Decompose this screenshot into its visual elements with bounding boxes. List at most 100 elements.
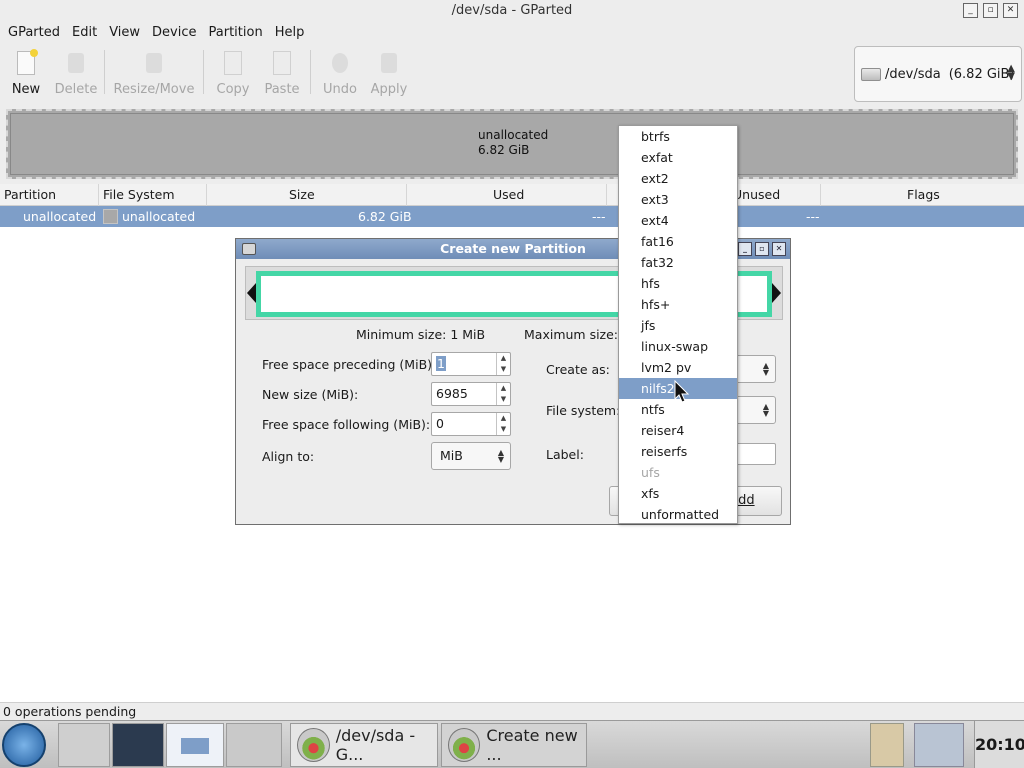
undo-icon xyxy=(328,49,352,77)
maximum-size-text: Maximum size: 6 xyxy=(524,327,630,342)
dropdown-item-ext4[interactable]: ext4 xyxy=(619,210,737,231)
dropdown-item-ufs: ufs xyxy=(641,465,660,480)
free-following-label: Free space following (MiB): xyxy=(262,417,431,432)
resize-move-button[interactable]: Resize/Move xyxy=(109,44,199,102)
dropdown-item-hfs-plus[interactable]: hfs+ xyxy=(619,294,737,315)
menu-edit[interactable]: Edit xyxy=(66,23,103,43)
task-gparted-label: /dev/sda - G... xyxy=(335,726,416,764)
spinner-arrows-icon[interactable]: ▲ ▼ xyxy=(496,353,510,375)
dropdown-item-exfat[interactable]: exfat xyxy=(619,147,737,168)
resize-move-button-label: Resize/Move xyxy=(113,82,195,97)
new-size-value: 6985 xyxy=(436,386,468,401)
device-selector[interactable]: /dev/sda (6.82 GiB) ▲ ▼ xyxy=(854,46,1022,102)
minimize-button[interactable]: _ xyxy=(963,3,978,18)
task-gparted-main[interactable]: /dev/sda - G... xyxy=(290,723,438,767)
align-to-label: Align to: xyxy=(262,449,315,464)
dialog-minimize-button[interactable]: _ xyxy=(738,242,752,256)
toolbar-separator xyxy=(104,50,105,94)
align-to-combo[interactable]: MiB ▲ ▼ xyxy=(431,442,511,470)
menu-bar: GParted Edit View Device Partition Help xyxy=(0,22,1024,44)
dropdown-item-fat32[interactable]: fat32 xyxy=(619,252,737,273)
row-unused: --- xyxy=(806,209,820,224)
dialog-close-button[interactable]: ✕ xyxy=(772,242,786,256)
free-preceding-spinner[interactable]: 1 ▲ ▼ xyxy=(431,352,511,376)
row-size: 6.82 GiB xyxy=(358,209,412,224)
create-as-label: Create as: xyxy=(546,362,610,377)
free-following-value: 0 xyxy=(436,416,444,431)
dropdown-item-reiser4[interactable]: reiser4 xyxy=(619,420,737,441)
undo-button[interactable]: Undo xyxy=(315,44,365,102)
hard-disk-icon xyxy=(242,243,256,255)
toolbar: New Delete Resize/Move Copy Paste Undo A… xyxy=(0,44,850,102)
desktop-pager-empty[interactable] xyxy=(226,723,282,767)
column-partition[interactable]: Partition xyxy=(0,184,99,206)
menu-view[interactable]: View xyxy=(103,23,146,43)
hard-disk-icon xyxy=(861,67,881,81)
desktop-pager-icon[interactable] xyxy=(166,723,224,767)
device-size: (6.82 GiB) xyxy=(948,66,1015,82)
window-title: /dev/sda - GParted xyxy=(451,3,573,18)
resize-icon xyxy=(142,49,166,77)
menu-gparted[interactable]: GParted xyxy=(2,23,66,43)
row-filesystem: unallocated xyxy=(122,209,196,224)
new-size-spinner[interactable]: 6985 ▲ ▼ xyxy=(431,382,511,406)
start-menu-icon[interactable] xyxy=(2,723,46,767)
spinner-arrows-icon[interactable]: ▲ ▼ xyxy=(496,383,510,405)
new-document-icon xyxy=(14,49,38,77)
new-size-label: New size (MiB): xyxy=(262,387,359,402)
unallocated-label: unallocated xyxy=(478,128,549,142)
column-flags[interactable]: Flags xyxy=(821,184,1024,206)
close-button[interactable]: ✕ xyxy=(1003,3,1018,18)
label-label: Label: xyxy=(546,447,584,462)
dropdown-item-btrfs[interactable]: btrfs xyxy=(619,126,737,147)
dropdown-item-unformatted[interactable]: unformatted xyxy=(619,504,737,525)
menu-device[interactable]: Device xyxy=(146,23,202,43)
terminal-icon[interactable] xyxy=(112,723,164,767)
column-size[interactable]: Size xyxy=(207,184,407,206)
dropdown-item-jfs[interactable]: jfs xyxy=(619,315,737,336)
status-text: 0 operations pending xyxy=(3,704,137,719)
table-row[interactable]: unallocated unallocated 6.82 GiB --- --- xyxy=(0,206,1024,227)
dropdown-item-xfs[interactable]: xfs xyxy=(619,483,737,504)
left-handle-arrow-icon[interactable] xyxy=(247,283,256,303)
dropdown-item-hfs[interactable]: hfs xyxy=(619,273,737,294)
clipboard-icon[interactable] xyxy=(870,723,904,767)
maximize-button[interactable]: ▫ xyxy=(983,3,998,18)
dropdown-item-linux-swap[interactable]: linux-swap xyxy=(619,336,737,357)
dropdown-item-fat16[interactable]: fat16 xyxy=(619,231,737,252)
dropdown-item-ext3[interactable]: ext3 xyxy=(619,189,737,210)
chevron-updown-icon: ▲ ▼ xyxy=(497,448,504,464)
task-create-partition[interactable]: Create new ... xyxy=(441,723,587,767)
new-button-label: New xyxy=(11,82,41,97)
new-button[interactable]: New xyxy=(0,44,52,102)
dropdown-item-reiserfs[interactable]: reiserfs xyxy=(619,441,737,462)
row-used: --- xyxy=(592,209,606,224)
row-partition: unallocated xyxy=(23,209,97,224)
task-create-partition-label: Create new ... xyxy=(486,726,578,764)
column-file-system[interactable]: File System xyxy=(99,184,207,206)
menu-help[interactable]: Help xyxy=(269,23,311,43)
window-titlebar: /dev/sda - GParted _ ▫ ✕ xyxy=(0,0,1024,22)
gparted-icon xyxy=(448,728,481,762)
align-to-value: MiB xyxy=(440,448,463,463)
dropdown-item-lvm2-pv[interactable]: lvm2 pv xyxy=(619,357,737,378)
column-used[interactable]: Used xyxy=(407,184,607,206)
clock[interactable]: 20:10 xyxy=(974,721,1024,768)
paste-button[interactable]: Paste xyxy=(258,44,306,102)
toolbar-separator xyxy=(203,50,204,94)
right-handle-arrow-icon[interactable] xyxy=(772,283,781,303)
free-preceding-label: Free space preceding (MiB): xyxy=(262,357,437,372)
copy-button[interactable]: Copy xyxy=(208,44,258,102)
filesystem-color-swatch xyxy=(103,209,118,224)
drive-launcher-icon[interactable] xyxy=(58,723,110,767)
apply-button-label: Apply xyxy=(370,82,408,97)
spinner-arrows-icon[interactable]: ▲ ▼ xyxy=(496,413,510,435)
delete-button[interactable]: Delete xyxy=(52,44,100,102)
network-icon[interactable] xyxy=(914,723,964,767)
apply-button[interactable]: Apply xyxy=(365,44,413,102)
menu-partition[interactable]: Partition xyxy=(203,23,269,43)
dropdown-item-ext2[interactable]: ext2 xyxy=(619,168,737,189)
free-following-spinner[interactable]: 0 ▲ ▼ xyxy=(431,412,511,436)
dialog-maximize-button[interactable]: ▫ xyxy=(755,242,769,256)
file-system-dropdown: btrfs exfat ext2 ext3 ext4 fat16 fat32 h… xyxy=(618,125,738,524)
